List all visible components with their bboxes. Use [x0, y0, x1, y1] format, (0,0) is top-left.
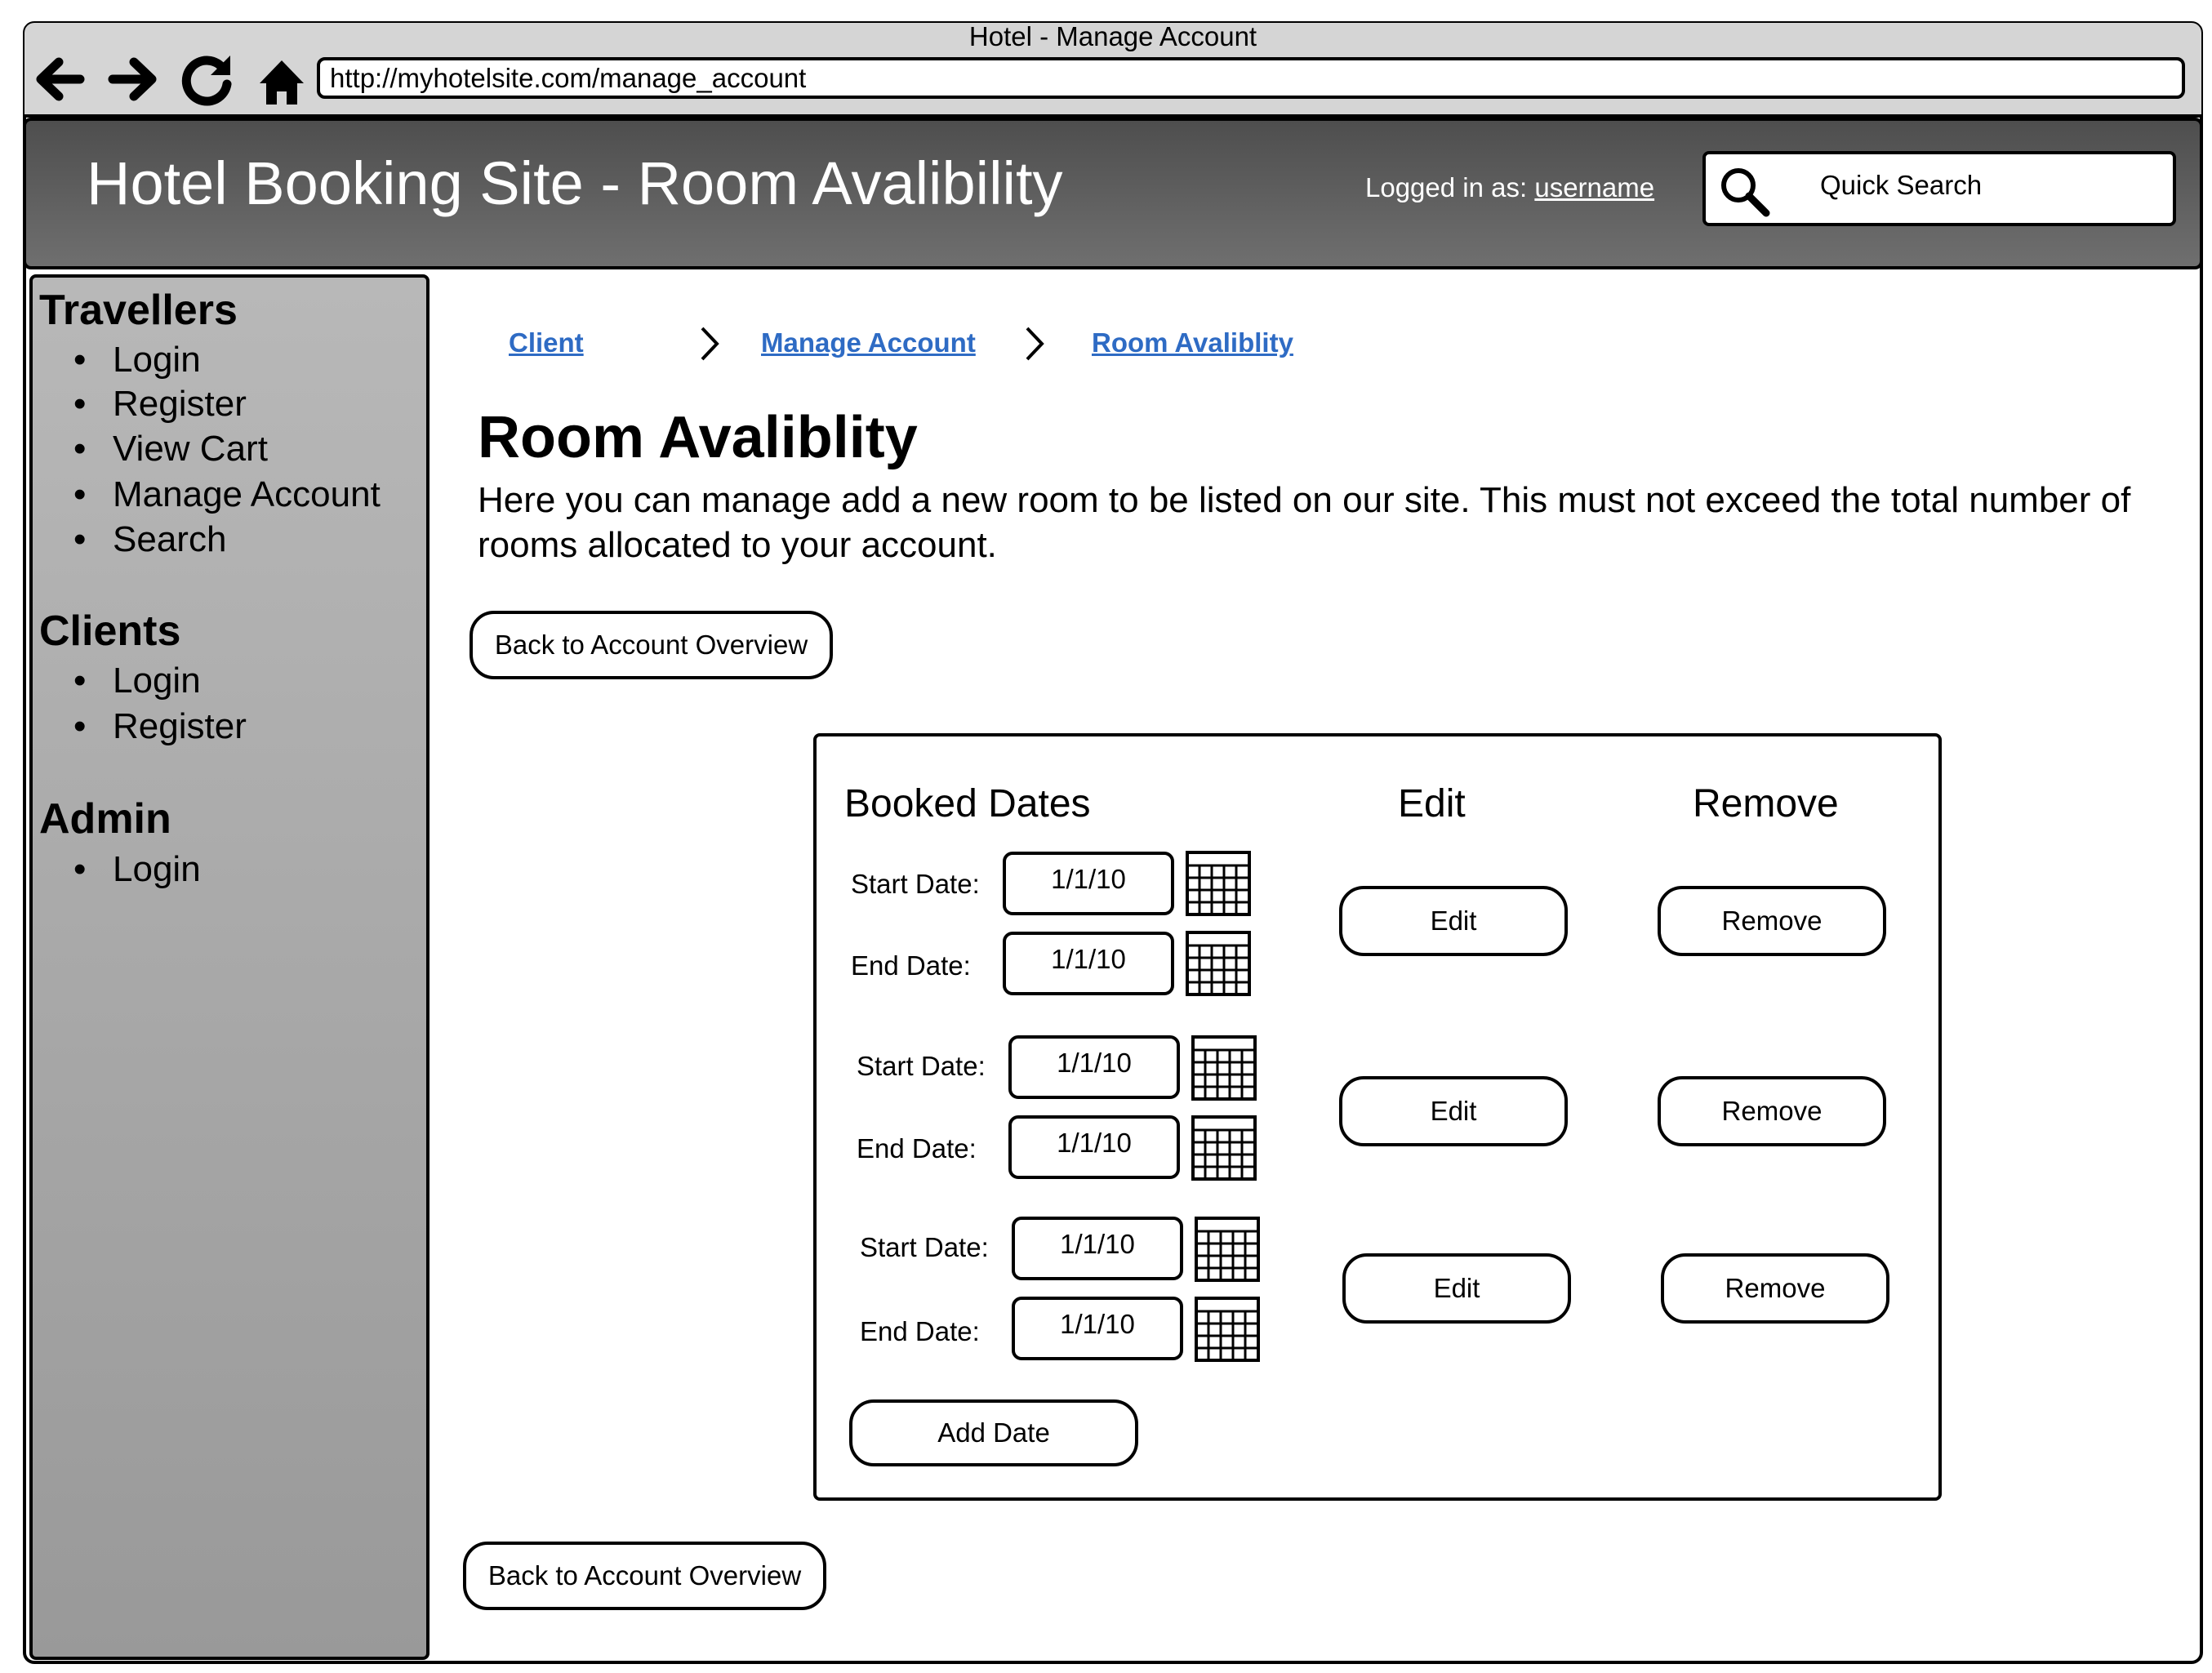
breadcrumb-client[interactable]: Client — [509, 327, 584, 359]
search-icon — [1721, 168, 1770, 217]
calendar-icon[interactable] — [1191, 1115, 1257, 1181]
end-date-field[interactable]: 1/1/10 — [1008, 1115, 1180, 1179]
calendar-icon[interactable] — [1195, 1217, 1260, 1282]
breadcrumb-room-availability[interactable]: Room Avaliblity — [1092, 327, 1293, 359]
calendar-icon[interactable] — [1186, 851, 1251, 916]
edit-button[interactable]: Edit — [1339, 1076, 1568, 1146]
page-title: Room Avaliblity — [478, 405, 918, 470]
remove-column-heading: Remove — [1693, 782, 1839, 825]
start-date-field[interactable]: 1/1/10 — [1012, 1217, 1183, 1280]
end-date-field[interactable]: 1/1/10 — [1012, 1297, 1183, 1360]
edit-column-heading: Edit — [1398, 782, 1466, 825]
sidebar-heading-admin: Admin — [39, 795, 171, 843]
start-date-field[interactable]: 1/1/10 — [1008, 1035, 1180, 1099]
username-link[interactable]: username — [1534, 172, 1654, 202]
sidebar-item-travellers-register[interactable]: • Register — [73, 383, 247, 425]
sidebar-item-manage-account[interactable]: • Manage Account — [73, 474, 381, 516]
sidebar-item-clients-login[interactable]: • Login — [73, 660, 201, 702]
page-description: Here you can manage add a new room to be… — [478, 480, 2131, 565]
calendar-icon[interactable] — [1195, 1297, 1260, 1362]
calendar-icon[interactable] — [1186, 931, 1251, 996]
home-icon[interactable] — [253, 47, 310, 111]
back-to-account-overview-button-top[interactable]: Back to Account Overview — [470, 611, 833, 679]
start-date-label: Start Date: — [860, 1232, 989, 1262]
chevron-right-icon — [1026, 327, 1044, 361]
login-prefix: Logged in as: — [1365, 172, 1535, 202]
start-date-field[interactable]: 1/1/10 — [1003, 852, 1174, 915]
booked-dates-heading: Booked Dates — [844, 782, 1091, 825]
reload-icon[interactable] — [180, 47, 237, 111]
site-title: Hotel Booking Site - Room Avalibility — [87, 149, 1063, 217]
sidebar-item-search[interactable]: • Search — [73, 518, 226, 561]
remove-button[interactable]: Remove — [1661, 1253, 1889, 1324]
remove-button[interactable]: Remove — [1658, 1076, 1886, 1146]
sidebar-heading-clients: Clients — [39, 607, 181, 655]
start-date-label: Start Date: — [857, 1051, 986, 1081]
back-arrow-icon[interactable] — [29, 47, 87, 111]
end-date-label: End Date: — [860, 1316, 980, 1346]
sidebar-item-travellers-login[interactable]: • Login — [73, 339, 201, 381]
back-to-account-overview-button-bottom[interactable]: Back to Account Overview — [463, 1542, 826, 1610]
address-bar[interactable]: http://myhotelsite.com/manage_account — [317, 57, 2185, 99]
start-date-label: Start Date: — [851, 869, 980, 899]
login-status: Logged in as: username — [1365, 171, 1654, 204]
sidebar-item-clients-register[interactable]: • Register — [73, 705, 247, 748]
sidebar-item-view-cart[interactable]: • View Cart — [73, 428, 268, 470]
forward-arrow-icon[interactable] — [106, 47, 163, 111]
add-date-button[interactable]: Add Date — [849, 1399, 1138, 1466]
end-date-field[interactable]: 1/1/10 — [1003, 932, 1174, 995]
sidebar-item-admin-login[interactable]: • Login — [73, 848, 201, 891]
breadcrumb-manage-account[interactable]: Manage Account — [761, 327, 976, 359]
end-date-label: End Date: — [857, 1133, 977, 1164]
window-title: Hotel - Manage Account — [968, 21, 1257, 51]
quick-search-box[interactable]: Quick Search — [1702, 151, 2176, 226]
sidebar-heading-travellers: Travellers — [39, 287, 238, 334]
calendar-icon[interactable] — [1191, 1035, 1257, 1101]
quick-search-placeholder: Quick Search — [1820, 170, 1983, 200]
end-date-label: End Date: — [851, 950, 971, 981]
chevron-right-icon — [701, 327, 719, 361]
edit-button[interactable]: Edit — [1339, 886, 1568, 956]
edit-button[interactable]: Edit — [1342, 1253, 1571, 1324]
remove-button[interactable]: Remove — [1658, 886, 1886, 956]
